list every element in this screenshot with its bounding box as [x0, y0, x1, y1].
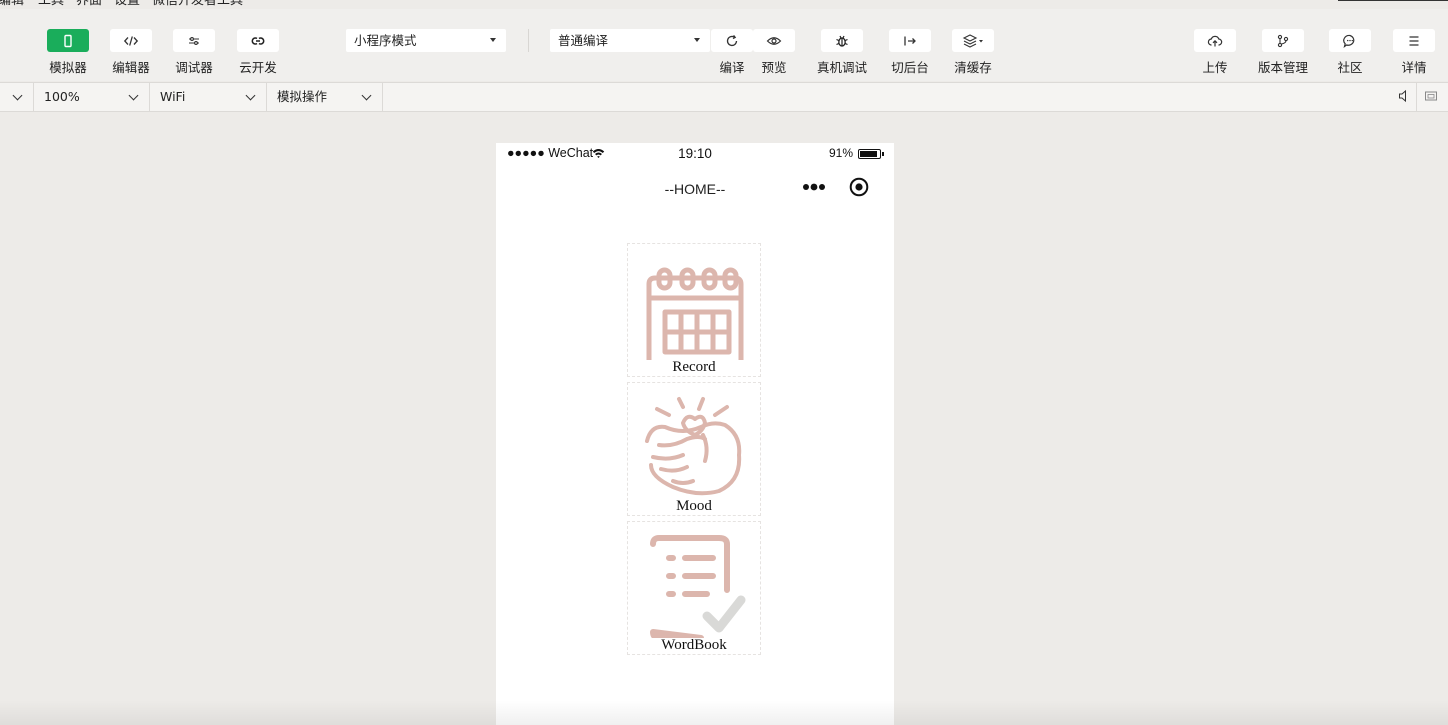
switch-background-label: 切后台 [891, 60, 929, 75]
upload-label: 上传 [1202, 60, 1228, 75]
branch-icon [1277, 34, 1289, 47]
network-chevron-down-icon [245, 90, 256, 101]
main-toolbar: 模拟器 编辑器 调试器 云开发 小程序模式 普通编译 编译 预览 真机调试 切后… [0, 9, 1448, 81]
zoom-select[interactable]: 100% [34, 83, 150, 111]
close-miniprogram-icon[interactable] [849, 177, 869, 197]
phone-icon [64, 34, 72, 47]
remote-debug-tool[interactable]: 真机调试 [812, 29, 872, 76]
editor-label: 编辑器 [112, 60, 150, 75]
switch-background-button[interactable] [889, 29, 931, 52]
mode-select-value: 小程序模式 [354, 33, 417, 48]
menu-settings[interactable]: 设置 [114, 0, 140, 9]
upload-button[interactable] [1194, 29, 1236, 52]
clear-cache-label: 清缓存 [954, 60, 992, 75]
version-management-tool[interactable]: 版本管理 [1253, 29, 1313, 76]
eye-icon [766, 36, 782, 45]
menu-edit[interactable]: 编辑 [0, 0, 24, 9]
code-icon [123, 35, 139, 46]
details-button[interactable] [1393, 29, 1435, 52]
chat-bubble-icon [1343, 34, 1355, 48]
wordbook-tile[interactable]: WordBook [627, 521, 761, 655]
debug-sliders-icon [189, 36, 199, 45]
menu-tools[interactable]: 工具 [38, 0, 64, 9]
speaker-icon[interactable] [1398, 89, 1410, 103]
compile-select-caret-icon [694, 38, 700, 42]
simulator-label: 模拟器 [49, 60, 87, 75]
community-button[interactable] [1329, 29, 1371, 52]
mood-tile[interactable]: Mood [627, 382, 761, 516]
cloud-link-icon [251, 36, 265, 45]
more-dots-icon[interactable] [802, 183, 828, 191]
mood-label: Mood [676, 498, 712, 514]
cloud-dev-label: 云开发 [239, 60, 277, 75]
toolbar-divider [528, 29, 529, 52]
checklist-icon [650, 535, 746, 638]
preview-tool[interactable]: 预览 [744, 29, 804, 76]
wordbook-label: WordBook [661, 637, 727, 653]
window-toggle-icon[interactable] [1424, 89, 1438, 103]
clear-cache-tool[interactable]: 清缓存 [943, 29, 1003, 76]
finger-heart-icon [645, 397, 742, 496]
refresh-icon [726, 34, 738, 46]
zoom-value: 100% [44, 89, 80, 104]
operation-select[interactable]: 模拟操作 [267, 83, 383, 111]
community-label: 社区 [1337, 60, 1363, 75]
details-tool[interactable]: 详情 [1384, 29, 1444, 76]
compile-select-value: 普通编译 [558, 33, 609, 48]
debugger-label: 调试器 [175, 60, 213, 75]
remote-debug-button[interactable] [821, 29, 863, 52]
operation-chevron-down-icon [361, 90, 372, 101]
clear-cache-button[interactable] [952, 29, 994, 52]
menu-bar: 编辑 工具 界面 设置 微信开发者工具 [0, 0, 1448, 9]
cloud-upload-icon [1207, 35, 1223, 46]
cloud-dev-tool[interactable]: 云开发 [228, 29, 288, 76]
editor-tool[interactable]: 编辑器 [101, 29, 161, 76]
battery-icon [858, 149, 881, 159]
compile-select[interactable]: 普通编译 [550, 29, 710, 52]
simulator-tool[interactable]: 模拟器 [38, 29, 98, 76]
subbar-divider [1416, 83, 1417, 111]
cloud-dev-button[interactable] [237, 29, 279, 52]
preview-button[interactable] [753, 29, 795, 52]
network-select[interactable]: WiFi [150, 83, 267, 111]
switch-background-tool[interactable]: 切后台 [880, 29, 940, 76]
preview-label: 预览 [761, 60, 787, 75]
record-label: Record [672, 359, 716, 375]
operation-value: 模拟操作 [277, 89, 328, 104]
switch-background-icon [904, 36, 916, 45]
simulator-button[interactable] [47, 29, 89, 52]
phone-simulator[interactable]: ●●●●● WeChat 19:10 91% --HOME-- Record M… [496, 143, 894, 725]
version-management-button[interactable] [1262, 29, 1304, 52]
battery-tip [882, 152, 884, 156]
capsule-menu [798, 177, 886, 197]
menu-interface[interactable]: 界面 [76, 0, 102, 9]
battery-fill [860, 151, 878, 157]
layers-icon [962, 33, 983, 48]
network-value: WiFi [160, 89, 186, 104]
debugger-tool[interactable]: 调试器 [164, 29, 224, 76]
remote-debug-label: 真机调试 [816, 60, 867, 75]
details-label: 详情 [1401, 60, 1427, 75]
mode-select-caret-icon [490, 38, 496, 42]
mode-select[interactable]: 小程序模式 [346, 29, 506, 52]
zoom-chevron-down-icon [128, 90, 139, 101]
window-edge-line [1338, 0, 1448, 1]
community-tool[interactable]: 社区 [1320, 29, 1380, 76]
version-management-label: 版本管理 [1257, 60, 1308, 75]
device-select[interactable] [0, 83, 34, 111]
simulator-options-bar: 100% WiFi 模拟操作 [0, 82, 1448, 112]
debugger-button[interactable] [173, 29, 215, 52]
phone-nav-bar: --HOME-- [496, 165, 894, 209]
phone-status-bar: ●●●●● WeChat 19:10 91% [496, 143, 894, 165]
battery-percent: 91% [829, 146, 854, 160]
editor-button[interactable] [110, 29, 152, 52]
record-tile[interactable]: Record [627, 243, 761, 377]
calendar-icon [646, 267, 744, 360]
menu-wechat-devtools[interactable]: 微信开发者工具 [152, 0, 243, 9]
device-chevron-down-icon [12, 90, 23, 101]
bug-icon [836, 35, 848, 47]
menu-lines-icon [1409, 35, 1419, 46]
upload-tool[interactable]: 上传 [1185, 29, 1245, 76]
